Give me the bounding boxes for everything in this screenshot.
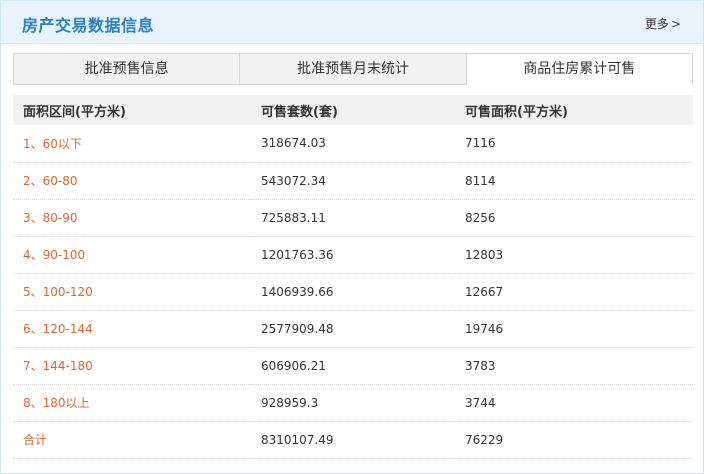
area-cell: 3744: [465, 395, 496, 410]
units-cell: 606906.21: [261, 358, 326, 373]
table-row: 4、90-100 1201763.36 12803: [13, 236, 693, 273]
table-row: 3、80-90 725883.11 8256: [13, 199, 693, 236]
units-cell: 543072.34: [261, 173, 326, 188]
table-row-total: 合计 8310107.49 76229: [13, 421, 693, 458]
units-cell: 318674.03: [261, 136, 326, 151]
area-cell: 8256: [465, 210, 496, 225]
tab-bar: 批准预售信息 批准预售月末统计 商品住房累计可售: [13, 53, 693, 85]
total-area-cell: 76229: [465, 432, 504, 447]
panel-header: 房产交易数据信息 更多 >: [1, 1, 703, 44]
column-header-area-range: 面积区间(平方米): [23, 104, 126, 120]
units-cell: 2577909.48: [261, 321, 334, 336]
area-range-cell[interactable]: 4、90-100: [13, 236, 251, 273]
area-cell: 12667: [465, 284, 504, 299]
area-range-cell[interactable]: 5、100-120: [13, 273, 251, 310]
area-range-cell[interactable]: 6、120-144: [13, 310, 251, 347]
table-row: 7、144-180 606906.21 3783: [13, 347, 693, 384]
tab-cumulative-available[interactable]: 商品住房累计可售: [466, 53, 693, 85]
tab-presale-info[interactable]: 批准预售信息: [13, 53, 241, 85]
panel-title: 房产交易数据信息: [22, 16, 155, 35]
area-cell: 7116: [465, 136, 496, 151]
table-header-row: 面积区间(平方米) 可售套数(套) 可售面积(平方米): [13, 95, 693, 125]
more-label: 更多: [644, 17, 669, 31]
area-range-cell[interactable]: 1、60以下: [13, 125, 251, 162]
units-cell: 1406939.66: [261, 284, 334, 299]
column-header-available-area: 可售面积(平方米): [465, 104, 568, 120]
table-row: 1、60以下 318674.03 7116: [13, 125, 693, 162]
data-table: 面积区间(平方米) 可售套数(套) 可售面积(平方米) 1、60以下 31867…: [13, 95, 693, 459]
units-cell: 725883.11: [261, 210, 326, 225]
table-row: 5、100-120 1406939.66 12667: [13, 273, 693, 310]
table-row: 8、180以上 928959.3 3744: [13, 384, 693, 421]
table-row: 2、60-80 543072.34 8114: [13, 162, 693, 199]
chevron-right-icon: >: [670, 16, 681, 31]
more-link[interactable]: 更多 >: [645, 15, 681, 32]
units-cell: 928959.3: [261, 395, 319, 410]
area-range-cell[interactable]: 7、144-180: [13, 347, 251, 384]
tab-presale-monthly-stats[interactable]: 批准预售月末统计: [240, 53, 467, 85]
area-cell: 3783: [465, 358, 496, 373]
total-label-cell[interactable]: 合计: [13, 421, 251, 458]
area-cell: 12803: [465, 247, 504, 262]
column-header-available-units: 可售套数(套): [261, 104, 338, 120]
housing-data-panel: 房产交易数据信息 更多 > 批准预售信息 批准预售月末统计 商品住房累计可售 面…: [0, 0, 704, 474]
total-units-cell: 8310107.49: [261, 432, 334, 447]
area-cell: 8114: [465, 173, 496, 188]
area-range-cell[interactable]: 2、60-80: [13, 162, 251, 199]
area-range-cell[interactable]: 8、180以上: [13, 384, 251, 421]
area-cell: 19746: [465, 321, 504, 336]
table-row: 6、120-144 2577909.48 19746: [13, 310, 693, 347]
data-table-container: 面积区间(平方米) 可售套数(套) 可售面积(平方米) 1、60以下 31867…: [13, 95, 693, 459]
area-range-cell[interactable]: 3、80-90: [13, 199, 251, 236]
units-cell: 1201763.36: [261, 247, 334, 262]
